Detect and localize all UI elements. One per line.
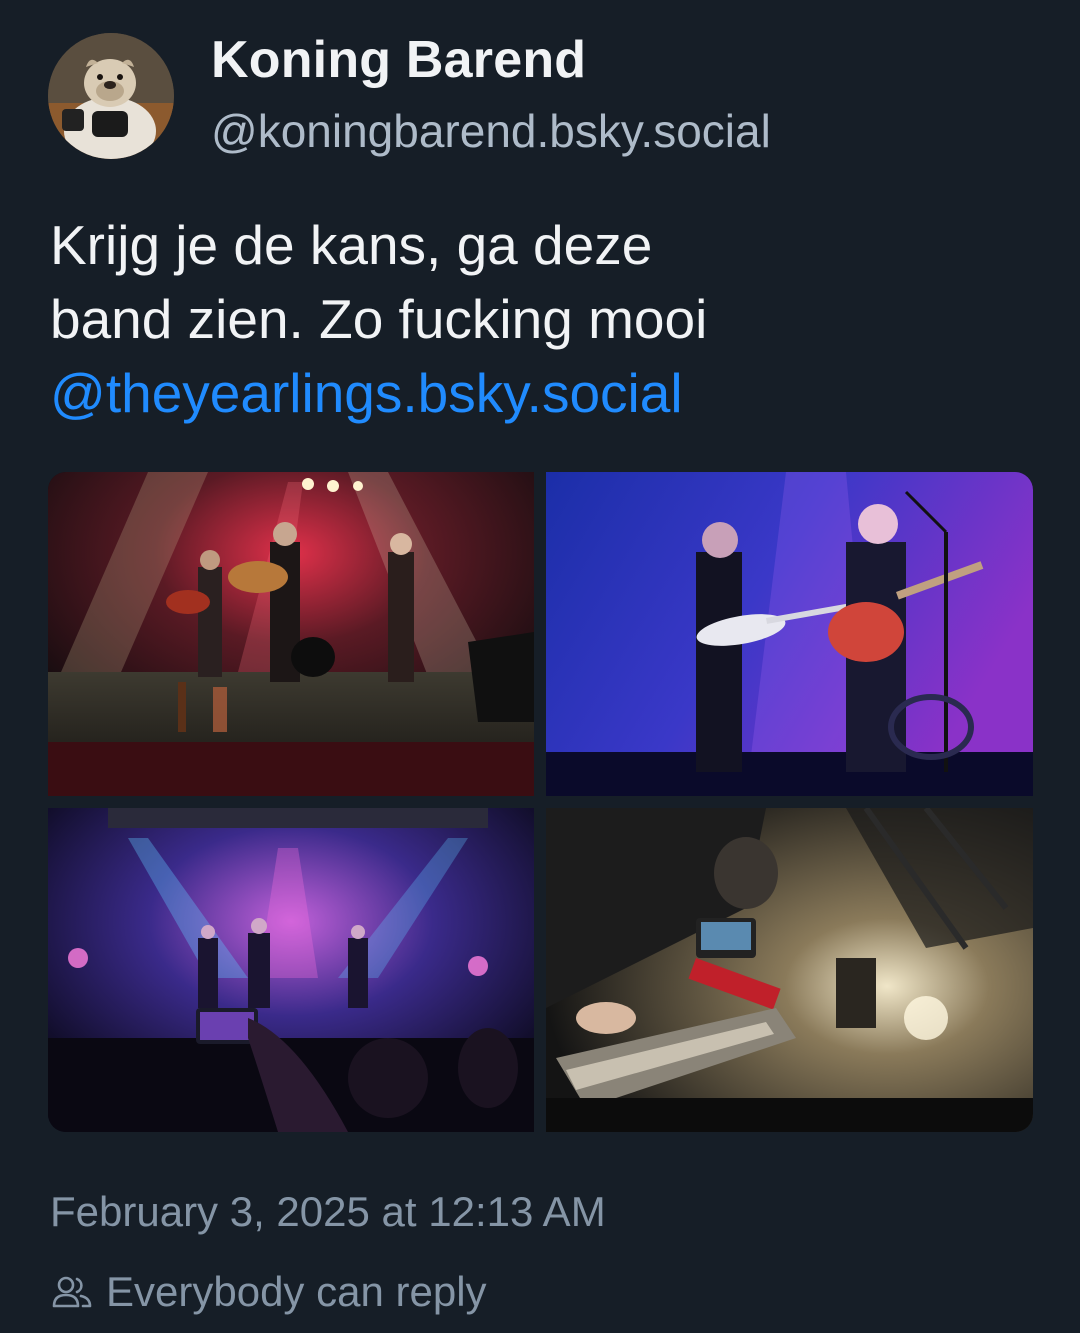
author-display-name[interactable]: Koning Barend — [211, 30, 586, 90]
bulldog-avatar-icon — [48, 33, 174, 159]
author-handle[interactable]: @koningbarend.bsky.social — [211, 104, 771, 158]
image-gallery — [48, 472, 1033, 1132]
people-icon — [52, 1276, 92, 1308]
post-text-line: Krijg je de kans, ga deze — [50, 214, 653, 276]
reply-setting[interactable]: Everybody can reply — [50, 1266, 487, 1318]
concert-photo-red-stage-icon — [48, 472, 534, 796]
gallery-image-4[interactable] — [546, 808, 1033, 1132]
post-timestamp: February 3, 2025 at 12:13 AM — [50, 1188, 606, 1235]
post-text-line: band zien. Zo fucking mooi — [50, 288, 708, 350]
concert-photo-blue-guitarists-icon — [546, 472, 1033, 796]
reply-setting-label: Everybody can reply — [106, 1268, 487, 1315]
concert-photo-purple-crowd-icon — [48, 808, 534, 1132]
mention-link[interactable]: @theyearlings.bsky.social — [50, 356, 1040, 430]
gallery-image-3[interactable] — [48, 808, 534, 1132]
post-detail: Koning Barend @koningbarend.bsky.social … — [0, 0, 1080, 1333]
author-avatar[interactable] — [48, 33, 174, 159]
gallery-image-1[interactable] — [48, 472, 534, 796]
post-text: Krijg je de kans, ga deze band zien. Zo … — [50, 208, 1040, 430]
concert-photo-pedal-steel-icon — [546, 808, 1033, 1132]
gallery-image-2[interactable] — [546, 472, 1033, 796]
